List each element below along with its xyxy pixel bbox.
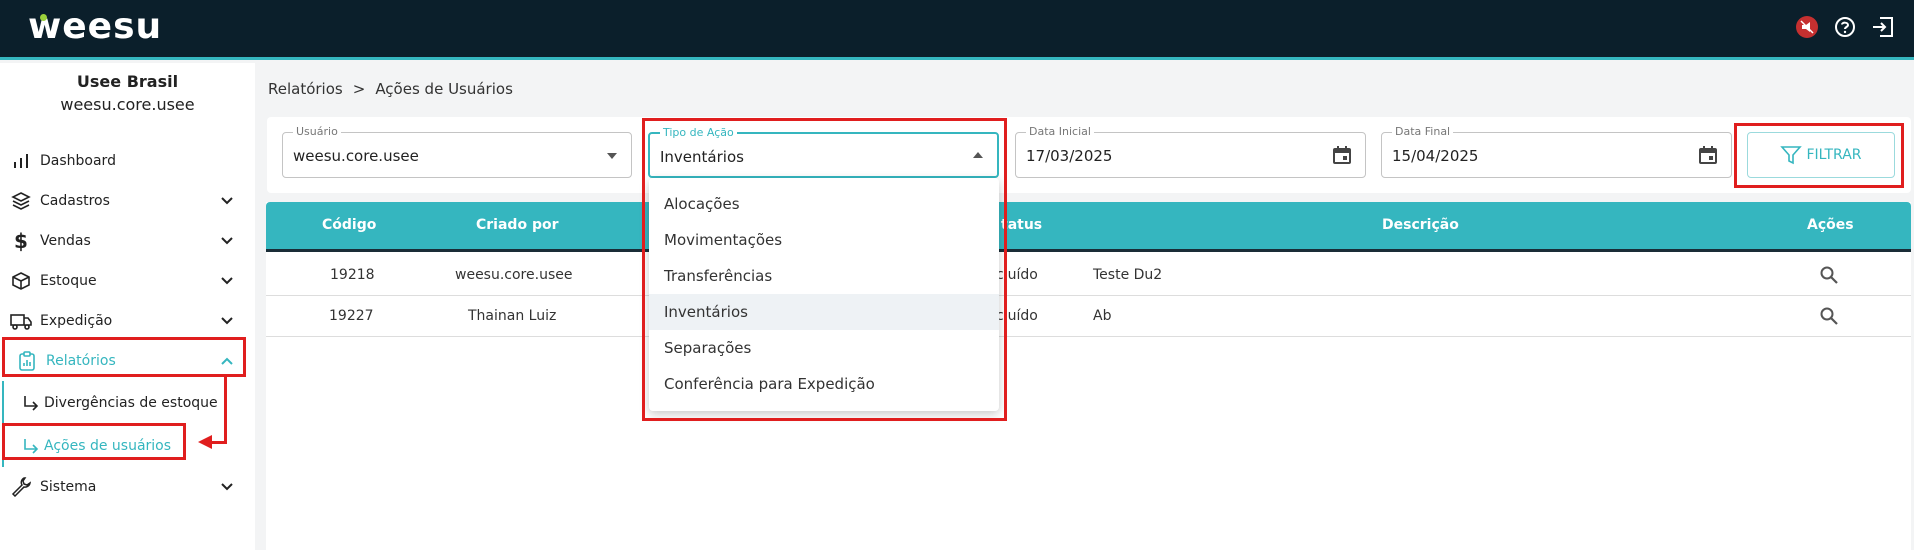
search-icon[interactable] — [1819, 265, 1839, 285]
subdirectory-arrow-icon — [24, 395, 39, 411]
sidebar-item-dashboard[interactable]: Dashboard — [0, 141, 255, 181]
filter-card: Usuário weesu.core.usee Tipo de Ação Inv… — [267, 117, 1911, 193]
logo-dot — [40, 14, 47, 21]
sidebar-item-label: Dashboard — [40, 153, 116, 169]
chevron-down-icon — [221, 197, 233, 205]
data-final-field[interactable]: Data Final 15/04/2025 — [1381, 125, 1732, 178]
sidebar-item-expedicao[interactable]: Expedição — [0, 301, 255, 341]
sidebar-item-label: Expedição — [40, 313, 113, 329]
table-row[interactable]: 19227 Thainan Luiz cluído Ab — [266, 296, 1911, 337]
sidebar-item-label: Vendas — [40, 233, 91, 249]
cell-criado-por: weesu.core.usee — [455, 267, 573, 283]
subitem-line — [2, 381, 4, 424]
cell-codigo: 19227 — [329, 308, 374, 324]
company-user: weesu.core.usee — [60, 95, 195, 114]
breadcrumb-current: Ações de Usuários — [375, 80, 513, 98]
logo: weesu — [28, 6, 163, 47]
company-info: Usee Brasil weesu.core.usee — [0, 63, 255, 118]
cell-descricao: Teste Du2 — [1093, 267, 1163, 283]
top-icons — [1794, 14, 1896, 40]
data-final-value: 15/04/2025 — [1392, 147, 1479, 165]
sidebar-subitem-label: Divergências de estoque — [44, 394, 218, 411]
box-icon — [10, 270, 32, 292]
usuario-value: weesu.core.usee — [293, 147, 419, 165]
annotation-box-relatorios — [2, 337, 246, 377]
help-icon[interactable] — [1832, 14, 1858, 40]
results-table: Código Criado por tatus Descrição Ações … — [266, 202, 1911, 550]
column-header-criado-por[interactable]: Criado por — [476, 217, 558, 233]
table-row[interactable]: 19218 weesu.core.usee cluído Teste Du2 — [266, 255, 1911, 296]
annotation-arrow-head — [198, 435, 212, 449]
data-inicial-field[interactable]: Data Inicial 17/03/2025 — [1015, 125, 1366, 178]
column-header-acoes: Ações — [1807, 217, 1854, 233]
sidebar-item-label: Estoque — [40, 273, 97, 289]
table-header: Código Criado por tatus Descrição Ações — [266, 202, 1911, 252]
annotation-box-tipo-acao — [642, 118, 1007, 421]
annotation-arrow-line — [224, 377, 227, 444]
column-header-status[interactable]: tatus — [1001, 217, 1042, 233]
breadcrumb: Relatórios > Ações de Usuários — [268, 80, 513, 98]
search-icon[interactable] — [1819, 306, 1839, 326]
sidebar-item-estoque[interactable]: Estoque — [0, 261, 255, 301]
logout-icon[interactable] — [1870, 14, 1896, 40]
calendar-icon[interactable] — [1331, 144, 1353, 166]
breadcrumb-root[interactable]: Relatórios — [268, 80, 343, 98]
chevron-down-icon — [221, 317, 233, 325]
megaphone-off-icon[interactable] — [1794, 14, 1820, 40]
sidebar-item-vendas[interactable]: $ Vendas — [0, 221, 255, 261]
usuario-label: Usuário — [293, 125, 341, 138]
wrench-icon — [10, 476, 32, 498]
breadcrumb-separator: > — [352, 80, 366, 98]
sidebar-item-label: Cadastros — [40, 193, 110, 209]
cell-criado-por: Thainan Luiz — [468, 308, 557, 324]
sidebar-item-cadastros[interactable]: Cadastros — [0, 181, 255, 221]
usuario-select[interactable]: Usuário weesu.core.usee — [282, 125, 632, 178]
caret-down-icon — [607, 153, 617, 159]
chevron-down-icon — [221, 483, 233, 491]
cell-descricao: Ab — [1093, 308, 1112, 324]
data-final-label: Data Final — [1392, 125, 1454, 138]
layers-icon — [10, 190, 32, 212]
sidebar-item-sistema[interactable]: Sistema — [0, 467, 255, 507]
data-inicial-label: Data Inicial — [1026, 125, 1094, 138]
company-name: Usee Brasil — [76, 72, 179, 91]
sidebar-item-label: Sistema — [40, 479, 97, 495]
sidebar-subitem-divergencias[interactable]: Divergências de estoque — [0, 381, 255, 424]
chevron-down-icon — [221, 277, 233, 285]
top-bar: weesu — [0, 0, 1914, 60]
sidebar: Usee Brasil weesu.core.usee Dashboard Ca… — [0, 63, 255, 550]
bar-chart-icon — [10, 150, 32, 172]
annotation-arrow-line — [210, 441, 227, 444]
calendar-icon[interactable] — [1697, 144, 1719, 166]
annotation-box-acoes-usuarios — [2, 423, 186, 460]
data-inicial-value: 17/03/2025 — [1026, 147, 1113, 165]
column-header-codigo[interactable]: Código — [322, 217, 376, 233]
dollar-icon: $ — [14, 229, 28, 253]
column-header-descricao[interactable]: Descrição — [1382, 217, 1459, 233]
cell-codigo: 19218 — [330, 267, 375, 283]
truck-icon — [10, 310, 32, 332]
annotation-box-filtrar — [1734, 123, 1904, 188]
chevron-down-icon — [221, 237, 233, 245]
